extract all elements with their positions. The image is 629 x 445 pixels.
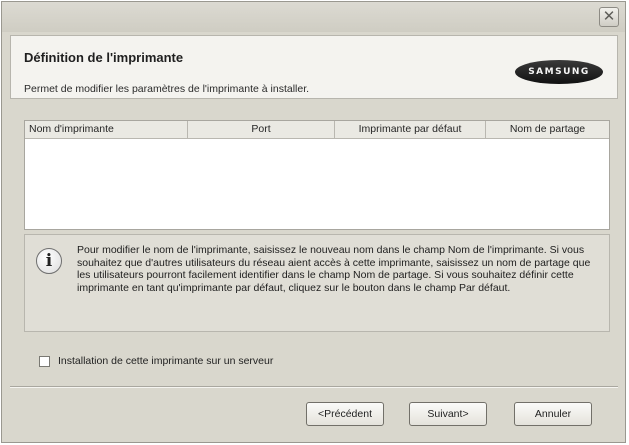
info-text: Pour modifier le nom de l'imprimante, sa… (77, 244, 591, 294)
next-button[interactable]: Suivant> (409, 402, 487, 426)
setup-dialog: ✕ Définition de l'imprimante Permet de m… (1, 1, 626, 443)
info-panel: i Pour modifier le nom de l'imprimante, … (24, 234, 610, 332)
server-install-label[interactable]: Installation de cette imprimante sur un … (58, 355, 273, 367)
header-panel: Définition de l'imprimante Permet de mod… (10, 35, 618, 99)
cancel-button[interactable]: Annuler (514, 402, 592, 426)
separator (10, 386, 618, 388)
server-install-option[interactable]: Installation de cette imprimante sur un … (39, 353, 273, 369)
server-install-checkbox[interactable] (39, 355, 50, 367)
logo-text: SAMSUNG (528, 67, 590, 77)
back-button[interactable]: <Précédent (306, 402, 384, 426)
column-header-share-name[interactable]: Nom de partage (486, 121, 609, 138)
column-header-printer-name[interactable]: Nom d'imprimante (25, 121, 188, 138)
close-icon: ✕ (602, 8, 616, 25)
title-bar: ✕ (2, 2, 625, 32)
close-button[interactable]: ✕ (599, 7, 619, 27)
page-subtitle: Permet de modifier les paramètres de l'i… (24, 83, 310, 95)
printer-list[interactable]: Nom d'imprimante Port Imprimante par déf… (24, 120, 610, 230)
page-title: Définition de l'imprimante (24, 50, 184, 65)
info-icon: i (36, 248, 62, 274)
column-header-default-printer[interactable]: Imprimante par défaut (335, 121, 486, 138)
column-header-port[interactable]: Port (188, 121, 335, 138)
table-header: Nom d'imprimante Port Imprimante par déf… (25, 121, 609, 139)
samsung-logo: SAMSUNG (515, 60, 603, 84)
